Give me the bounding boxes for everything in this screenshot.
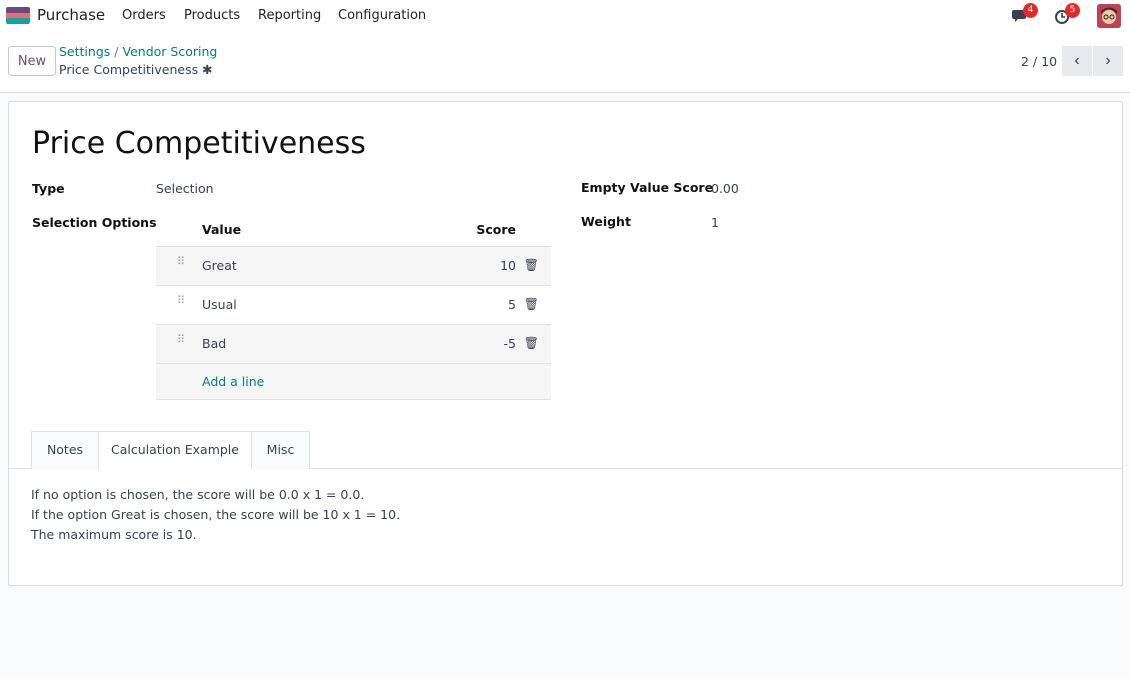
record-name-text: Price Competitiveness xyxy=(59,62,199,77)
option-score[interactable]: 5 xyxy=(508,297,516,312)
pager-previous-button[interactable]: ‹ xyxy=(1062,46,1092,76)
drag-handle-icon[interactable]: ⠿ xyxy=(177,334,186,345)
breadcrumb: Settings / Vendor Scoring xyxy=(59,44,217,59)
trash-icon[interactable]: 🗑 xyxy=(524,336,539,350)
calculation-line: If the option Great is chosen, the score… xyxy=(31,507,401,522)
option-score[interactable]: -5 xyxy=(504,336,516,351)
column-score-header[interactable]: Score xyxy=(476,222,516,237)
menu-reporting[interactable]: Reporting xyxy=(258,8,321,23)
add-line-row: Add a line xyxy=(156,364,551,400)
add-a-line-link[interactable]: Add a line xyxy=(202,374,264,389)
column-value-header[interactable]: Value xyxy=(202,222,241,237)
notebook-tabs: Notes Calculation Example Misc xyxy=(9,431,1122,470)
top-navbar: Purchase Orders Products Reporting Confi… xyxy=(0,0,1130,32)
messages-icon[interactable]: 4 xyxy=(1012,3,1038,25)
record-title[interactable]: Price Competitiveness xyxy=(32,126,366,161)
calculation-line: If no option is chosen, the score will b… xyxy=(31,487,365,502)
option-value[interactable]: Bad xyxy=(202,336,226,351)
control-panel: New Settings / Vendor Scoring Price Compet… xyxy=(0,32,1130,93)
table-row[interactable]: ⠿ Bad -5 🗑 xyxy=(156,325,551,364)
tab-notes[interactable]: Notes xyxy=(31,431,99,469)
empty-value-score-label: Empty Value Score xyxy=(581,180,714,195)
weight-label: Weight xyxy=(581,214,631,229)
breadcrumb-settings[interactable]: Settings xyxy=(59,44,110,59)
table-row[interactable]: ⠿ Usual 5 🗑 xyxy=(156,286,551,325)
option-score[interactable]: 10 xyxy=(500,258,516,273)
record-name: Price Competitiveness ✱ xyxy=(59,62,213,77)
empty-value-score-field[interactable]: 0.00 xyxy=(711,181,739,196)
menu-orders[interactable]: Orders xyxy=(122,8,166,23)
tab-misc[interactable]: Misc xyxy=(251,431,310,469)
selection-options-table: Value Score ⠿ Great 10 🗑 ⠿ Usual 5 🗑 ⠿ B… xyxy=(156,211,551,400)
gear-icon[interactable]: ✱ xyxy=(202,62,212,77)
calculation-line: The maximum score is 10. xyxy=(31,527,197,542)
app-name[interactable]: Purchase xyxy=(37,6,105,24)
option-value[interactable]: Great xyxy=(202,258,237,273)
trash-icon[interactable]: 🗑 xyxy=(524,258,539,272)
trash-icon[interactable]: 🗑 xyxy=(524,297,539,311)
activities-clock-icon[interactable]: 5 xyxy=(1054,3,1080,25)
menu-products[interactable]: Products xyxy=(184,8,240,23)
drag-handle-icon[interactable]: ⠿ xyxy=(177,295,186,306)
calculation-example-content: If no option is chosen, the score will b… xyxy=(31,485,400,545)
weight-field[interactable]: 1 xyxy=(711,215,719,230)
messages-badge: 4 xyxy=(1023,3,1038,18)
selection-options-label: Selection Options xyxy=(32,215,157,230)
table-header: Value Score xyxy=(156,211,551,247)
type-label: Type xyxy=(32,181,65,196)
new-button[interactable]: New xyxy=(8,46,56,76)
user-avatar[interactable] xyxy=(1097,4,1121,28)
form-sheet: Price Competitiveness Type Selection Sel… xyxy=(8,101,1123,586)
option-value[interactable]: Usual xyxy=(202,297,237,312)
pager-next-button[interactable]: › xyxy=(1093,46,1123,76)
menu-configuration[interactable]: Configuration xyxy=(338,8,426,23)
drag-handle-icon[interactable]: ⠿ xyxy=(177,256,186,267)
app-menu-icon[interactable] xyxy=(6,7,30,24)
pager-value[interactable]: 2 / 10 xyxy=(1021,54,1057,69)
breadcrumb-separator: / xyxy=(114,44,119,59)
type-field[interactable]: Selection xyxy=(156,181,214,196)
breadcrumb-vendor-scoring[interactable]: Vendor Scoring xyxy=(123,44,218,59)
tab-calculation-example[interactable]: Calculation Example xyxy=(98,431,252,470)
table-row[interactable]: ⠿ Great 10 🗑 xyxy=(156,247,551,286)
activities-badge: 5 xyxy=(1065,3,1080,18)
